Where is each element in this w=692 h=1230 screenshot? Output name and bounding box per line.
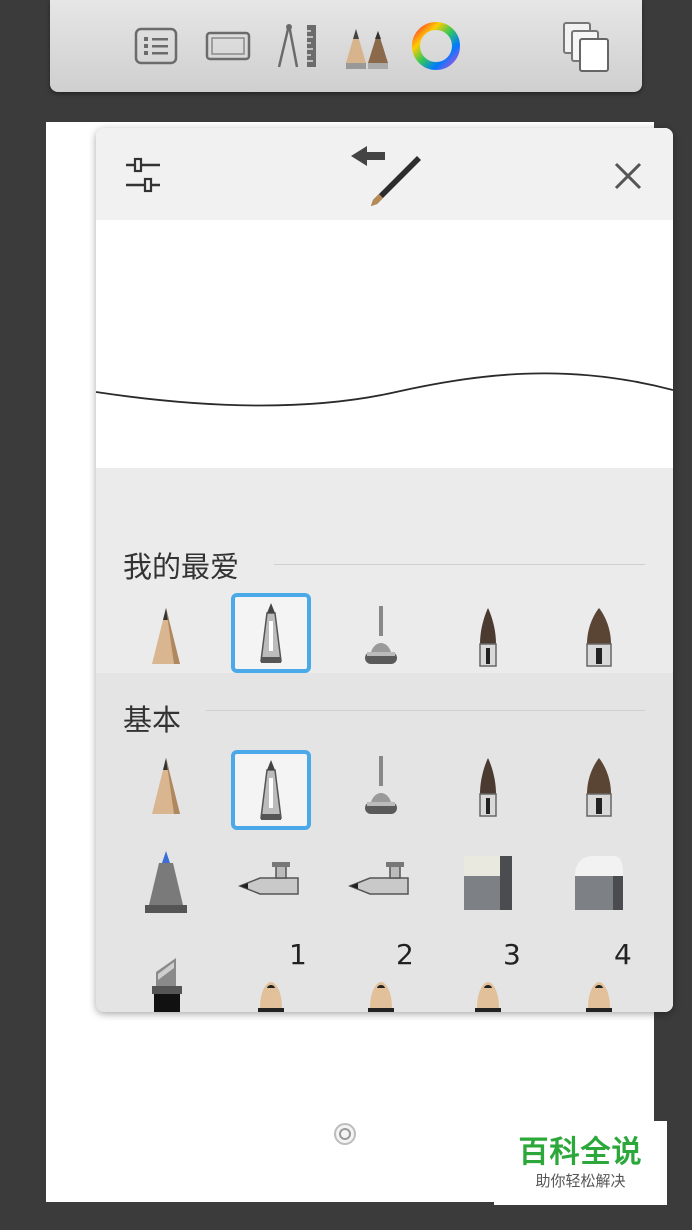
watermark-logo: 百科全说 助你轻松解决 xyxy=(494,1121,667,1205)
airbrush-fine-tool[interactable] xyxy=(341,843,421,923)
basic-title: 基本 xyxy=(123,703,182,737)
favorites-divider xyxy=(274,564,645,565)
brushes-icon[interactable] xyxy=(338,18,394,74)
brush-swap-icon[interactable] xyxy=(344,142,426,212)
preset-4-number: 4 xyxy=(614,938,632,971)
favorites-section: 我的最爱 xyxy=(96,468,673,763)
paint-brush-large-tool[interactable] xyxy=(559,598,639,678)
canvas-puck-icon[interactable] xyxy=(333,1122,357,1146)
canvas-frame-icon[interactable] xyxy=(200,18,256,74)
layers-list-icon[interactable] xyxy=(128,18,184,74)
eraser-soft-tool[interactable] xyxy=(559,843,639,923)
paint-brush-large-tool[interactable] xyxy=(559,748,639,828)
basic-divider xyxy=(206,710,645,711)
settings-sliders-icon[interactable] xyxy=(118,152,168,198)
brush-library-panel: 我的最爱 基本 1 2 3 4 xyxy=(96,128,673,1012)
technical-pen-tool[interactable] xyxy=(341,598,421,678)
color-wheel-icon[interactable] xyxy=(408,18,464,74)
preset-3-number: 3 xyxy=(503,938,521,971)
ballpoint-pen-tool[interactable] xyxy=(231,750,311,830)
panel-header xyxy=(96,128,673,220)
marker-tool[interactable] xyxy=(126,843,206,923)
preset-1-number: 1 xyxy=(289,938,307,971)
paint-brush-small-tool[interactable] xyxy=(448,598,528,678)
favorites-title: 我的最爱 xyxy=(123,550,240,584)
ballpoint-pen-tool[interactable] xyxy=(231,593,311,673)
technical-pen-tool[interactable] xyxy=(341,748,421,828)
stroke-preview xyxy=(96,220,673,468)
watermark-subtitle: 助你轻松解决 xyxy=(535,1172,626,1190)
top-toolbar xyxy=(50,0,642,92)
chisel-marker-tool[interactable] xyxy=(126,928,206,1012)
airbrush-tool[interactable] xyxy=(231,843,311,923)
basic-section: 基本 1 2 3 4 xyxy=(96,673,673,1012)
paint-brush-small-tool[interactable] xyxy=(448,748,528,828)
eraser-hard-tool[interactable] xyxy=(448,843,528,923)
pencil-tool[interactable] xyxy=(126,598,206,678)
pencil-tool[interactable] xyxy=(126,748,206,828)
ruler-compass-icon[interactable] xyxy=(270,18,326,74)
close-icon[interactable] xyxy=(606,154,650,198)
watermark-title: 百科全说 xyxy=(518,1135,643,1170)
preset-2-number: 2 xyxy=(396,938,414,971)
copy-pages-icon[interactable] xyxy=(558,18,614,74)
